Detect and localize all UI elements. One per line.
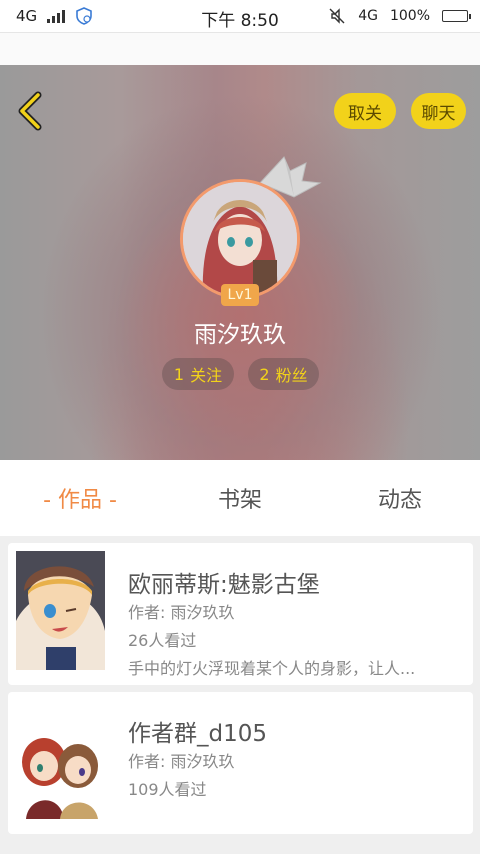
- chat-button[interactable]: 聊天: [411, 93, 466, 129]
- unfollow-button[interactable]: 取关: [334, 93, 396, 129]
- fans-label: 粉丝: [275, 366, 308, 385]
- work-views: 26人看过: [128, 631, 197, 650]
- tab-activity[interactable]: 动态: [320, 482, 480, 514]
- work-views: 109人看过: [128, 780, 207, 799]
- work-description: 手中的灯火浮现着某个人的身影，让人...: [128, 659, 416, 678]
- battery-icon: [442, 10, 471, 22]
- tab-works[interactable]: - 作品 -: [0, 482, 160, 514]
- status-right: 4G 100%: [328, 7, 471, 25]
- work-title[interactable]: 欧丽蒂斯:魅影古堡: [128, 565, 320, 599]
- tab-bookshelf[interactable]: 书架: [160, 482, 320, 514]
- work-cover-image: [16, 700, 105, 819]
- work-card[interactable]: 欧丽蒂斯:魅影古堡 作者: 雨汐玖玖 26人看过 手中的灯火浮现着某个人的身影，…: [8, 543, 473, 685]
- fans-stat[interactable]: 2 粉丝: [248, 358, 319, 390]
- username: 雨汐玖玖: [194, 322, 286, 348]
- mute-icon: [329, 8, 345, 24]
- work-title[interactable]: 作者群_d105: [128, 714, 267, 748]
- battery-percent: 100%: [389, 8, 430, 24]
- following-stat[interactable]: 1 关注: [162, 358, 234, 390]
- avatar[interactable]: [180, 179, 300, 299]
- back-chevron-left-icon[interactable]: [14, 91, 50, 131]
- avatar-image: [180, 179, 300, 299]
- level-badge: Lv1: [221, 284, 259, 306]
- work-card[interactable]: 作者群_d105 作者: 雨汐玖玖 109人看过: [8, 692, 473, 834]
- network-type-right: 4G: [358, 8, 378, 24]
- work-author: 作者: 雨汐玖玖: [128, 603, 235, 622]
- fans-count: 2: [259, 364, 270, 384]
- work-cover-image: [16, 551, 105, 670]
- profile-tabs: - 作品 - 书架 动态: [0, 460, 480, 536]
- following-label: 关注: [190, 366, 223, 385]
- profile-header: 取关 聊天 Lv1 雨汐玖玖 1 关注 2 粉丝: [0, 65, 480, 460]
- status-bar: 4G 下午 8:50 4G 100%: [0, 0, 480, 33]
- following-count: 1: [173, 364, 185, 384]
- work-author: 作者: 雨汐玖玖: [128, 752, 235, 771]
- top-spacer: [0, 33, 480, 65]
